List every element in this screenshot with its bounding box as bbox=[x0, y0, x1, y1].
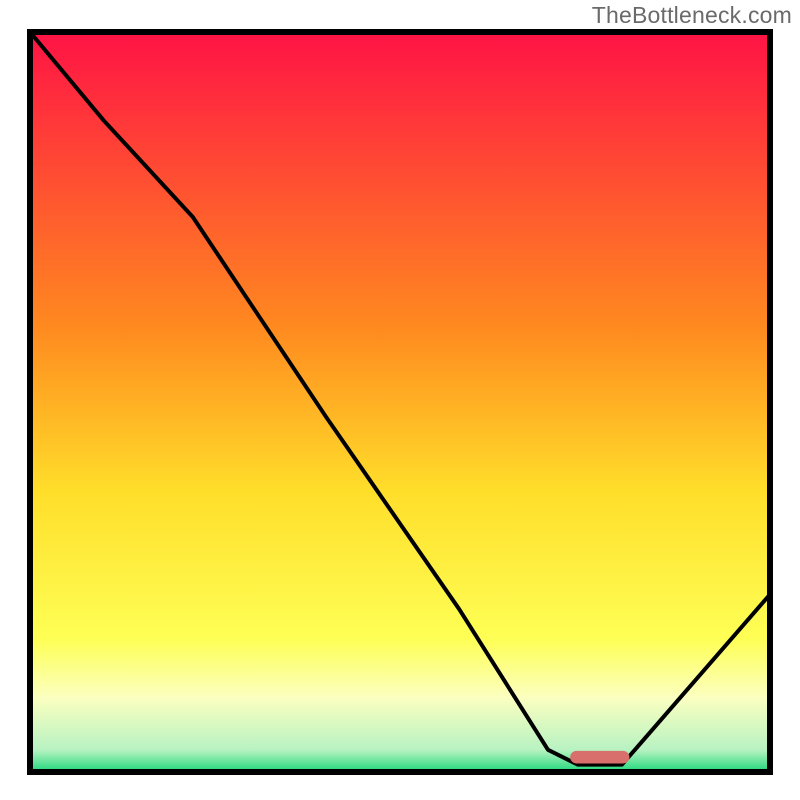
plot-gradient-area bbox=[30, 32, 770, 772]
bottleneck-curve-chart bbox=[0, 0, 800, 800]
optimal-range-marker bbox=[570, 751, 629, 764]
